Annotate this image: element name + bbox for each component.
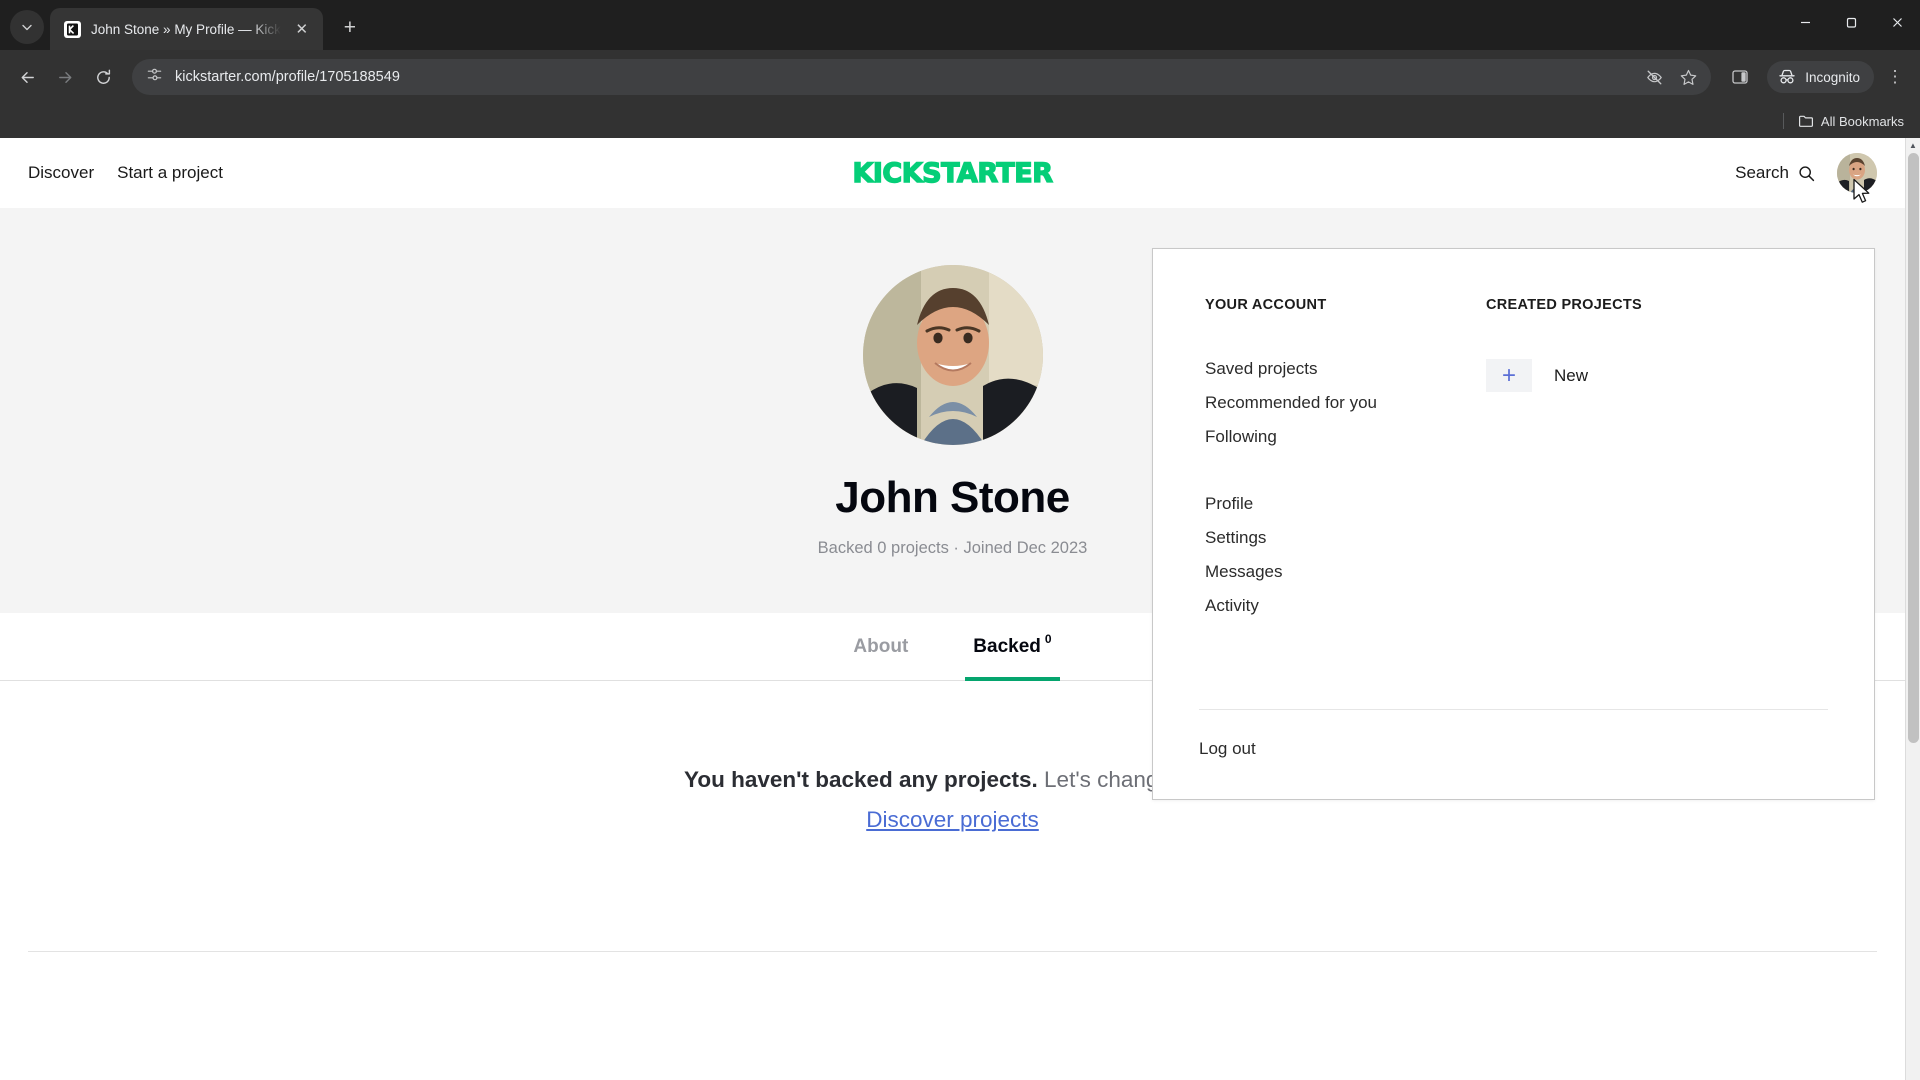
menu-item-following[interactable]: Following xyxy=(1205,427,1485,447)
tab-backed[interactable]: Backed 0 xyxy=(965,613,1060,681)
created-projects-column: CREATED PROJECTS + New xyxy=(1485,297,1822,799)
menu-item-recommended-for-you[interactable]: Recommended for you xyxy=(1205,393,1485,413)
browser-toolbar: kickstarter.com/profile/1705188549 Incog… xyxy=(0,50,1920,104)
restore-icon xyxy=(1846,17,1856,28)
account-dropdown-menu: YOUR ACCOUNT Saved projects Recommended … xyxy=(1152,248,1875,800)
back-button[interactable] xyxy=(10,60,44,94)
created-projects-heading: CREATED PROJECTS xyxy=(1486,297,1642,313)
tab-strip: John Stone » My Profile — Kick ✕ + xyxy=(0,0,1920,50)
tab-about-label: About xyxy=(853,635,909,657)
tab-search-button[interactable] xyxy=(10,10,44,44)
arrow-right-icon xyxy=(58,71,71,83)
search-icon xyxy=(1799,165,1815,181)
kickstarter-page: Discover Start a project KICKSTARTER Sea… xyxy=(0,138,1905,1080)
kickstarter-logo[interactable]: KICKSTARTER xyxy=(852,157,1054,189)
avatar-photo xyxy=(1837,153,1877,193)
eye-slash-icon[interactable] xyxy=(1639,62,1669,92)
incognito-label: Incognito xyxy=(1805,69,1860,85)
address-bar[interactable]: kickstarter.com/profile/1705188549 xyxy=(132,59,1712,95)
close-icon xyxy=(1892,17,1902,27)
search-button[interactable]: Search xyxy=(1735,163,1815,183)
avatar[interactable] xyxy=(1837,153,1877,193)
account-menu-column: YOUR ACCOUNT Saved projects Recommended … xyxy=(1205,297,1485,799)
menu-item-messages[interactable]: Messages xyxy=(1205,562,1485,582)
nav-discover[interactable]: Discover xyxy=(28,163,94,183)
menu-group-spacer xyxy=(1205,461,1485,494)
tab-about[interactable]: About xyxy=(853,613,908,681)
discover-projects-link[interactable]: Discover projects xyxy=(866,807,1039,833)
bookmarks-divider xyxy=(1782,113,1784,129)
bookmarks-bar: All Bookmarks xyxy=(0,104,1920,138)
browser-window: John Stone » My Profile — Kick ✕ + kicks… xyxy=(0,0,1920,1080)
close-tab-icon[interactable]: ✕ xyxy=(291,18,313,40)
incognito-icon xyxy=(1779,69,1795,84)
page-viewport: Discover Start a project KICKSTARTER Sea… xyxy=(0,138,1920,1080)
header-actions: Search xyxy=(1735,153,1877,193)
profile-meta: Backed 0 projects · Joined Dec 2023 xyxy=(817,539,1088,557)
plus-icon: + xyxy=(1486,359,1532,392)
minimize-icon xyxy=(1800,21,1810,23)
nav-start-a-project[interactable]: Start a project xyxy=(117,163,223,183)
url-text: kickstarter.com/profile/1705188549 xyxy=(175,69,400,85)
new-project-label: New xyxy=(1554,365,1589,385)
your-account-heading: YOUR ACCOUNT xyxy=(1205,297,1327,313)
menu-item-log-out[interactable]: Log out xyxy=(1199,739,1256,759)
incognito-indicator[interactable]: Incognito xyxy=(1767,61,1874,93)
side-panel-icon[interactable] xyxy=(1723,60,1757,94)
tab-backed-label: Backed xyxy=(973,635,1041,657)
close-window-button[interactable] xyxy=(1874,0,1920,44)
site-settings-icon[interactable] xyxy=(146,66,163,88)
scroll-up-arrow[interactable]: ▲ xyxy=(1906,138,1920,153)
profile-avatar-photo xyxy=(862,265,1043,445)
kickstarter-favicon xyxy=(64,20,81,38)
forward-button[interactable] xyxy=(48,60,82,94)
tab-backed-count: 0 xyxy=(1044,631,1052,646)
star-icon[interactable] xyxy=(1673,62,1703,92)
minimize-button[interactable] xyxy=(1782,0,1828,44)
chevron-down-icon xyxy=(22,24,32,31)
menu-item-profile[interactable]: Profile xyxy=(1205,494,1485,514)
maximize-button[interactable] xyxy=(1828,0,1874,44)
reload-icon xyxy=(96,69,110,84)
profile-avatar[interactable] xyxy=(862,265,1043,445)
menu-divider xyxy=(1199,709,1828,710)
reload-button[interactable] xyxy=(86,60,120,94)
new-project-button[interactable]: + New xyxy=(1486,359,1822,392)
menu-item-activity[interactable]: Activity xyxy=(1205,596,1485,616)
page-title: John Stone xyxy=(835,473,1070,522)
footer-divider xyxy=(28,951,1877,952)
new-tab-button[interactable]: + xyxy=(333,11,367,45)
primary-nav: Discover Start a project xyxy=(28,163,223,183)
page-scrollbar[interactable]: ▲ xyxy=(1905,138,1920,1080)
scrollbar-thumb[interactable] xyxy=(1908,153,1919,743)
browser-menu-button[interactable]: ⋮ xyxy=(1880,60,1910,94)
menu-item-settings[interactable]: Settings xyxy=(1205,528,1485,548)
menu-item-saved-projects[interactable]: Saved projects xyxy=(1205,359,1485,379)
all-bookmarks-label: All Bookmarks xyxy=(1820,113,1904,129)
search-label: Search xyxy=(1735,163,1789,182)
all-bookmarks-button[interactable]: All Bookmarks xyxy=(1798,113,1904,129)
site-header: Discover Start a project KICKSTARTER Sea… xyxy=(0,138,1905,208)
window-controls xyxy=(1782,0,1920,44)
browser-tab[interactable]: John Stone » My Profile — Kick ✕ xyxy=(50,8,323,50)
folder-icon xyxy=(1798,115,1813,127)
arrow-left-icon xyxy=(21,71,34,83)
empty-state-bold: You haven't backed any projects. xyxy=(684,767,1038,792)
tab-title: John Stone » My Profile — Kick xyxy=(91,21,281,37)
